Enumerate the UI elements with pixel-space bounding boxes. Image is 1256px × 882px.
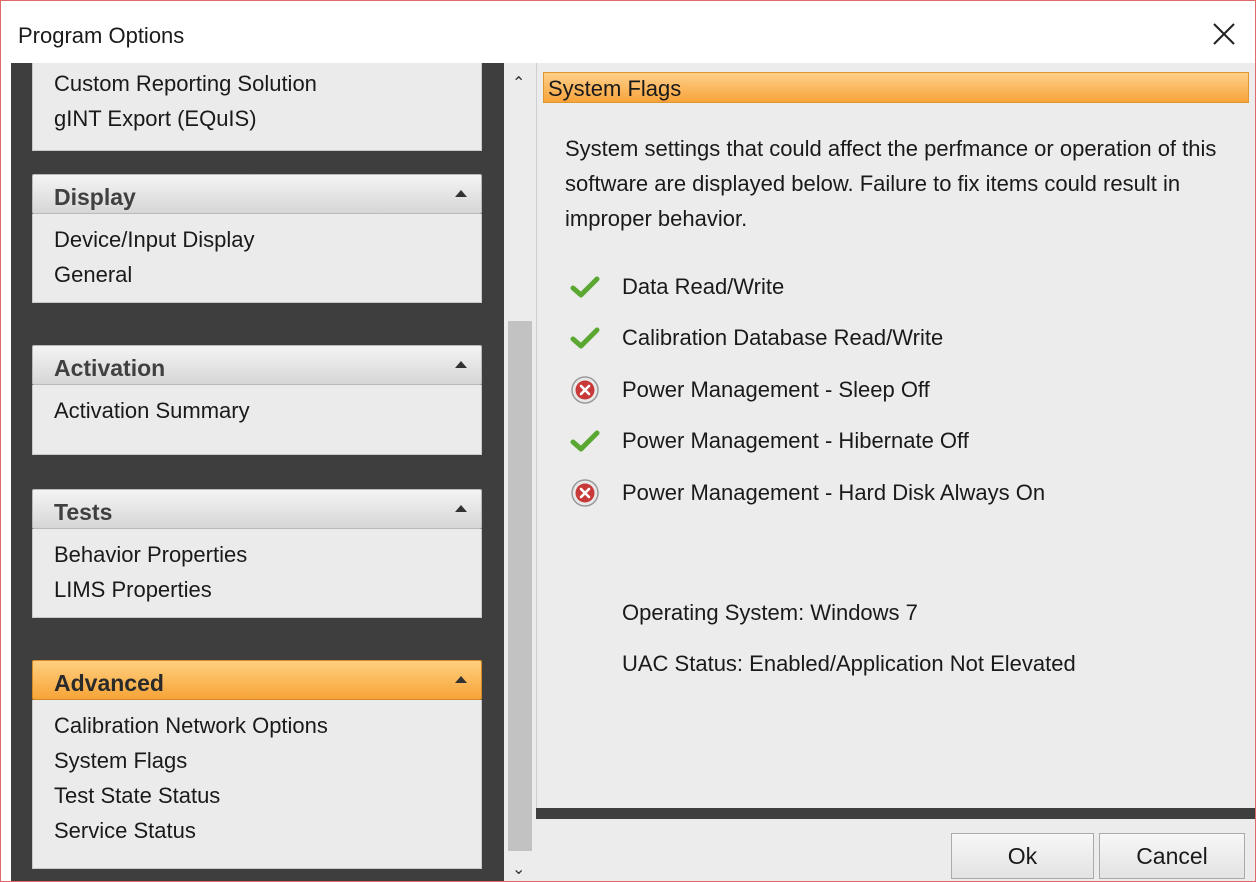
nav-group-advanced: Advanced Calibration Network Options Sys… xyxy=(32,660,482,869)
nav-group-header-display[interactable]: Display xyxy=(32,174,482,214)
operating-system-label: Operating System: Windows 7 xyxy=(622,600,918,625)
nav-group-reporting: Custom Reporting Solution gINT Export (E… xyxy=(32,63,482,151)
nav-group-reporting-body: Custom Reporting Solution gINT Export (E… xyxy=(32,63,482,151)
nav-group-advanced-body: Calibration Network Options System Flags… xyxy=(32,700,482,869)
scroll-down-icon[interactable]: ⌄ xyxy=(512,859,525,879)
footer-divider xyxy=(536,808,1255,819)
check-icon xyxy=(569,425,601,457)
system-flags-list: Data Read/Write Calibration Database Read… xyxy=(569,261,1239,519)
nav-group-activation: Activation Activation Summary xyxy=(32,345,482,455)
nav-group-activation-body: Activation Summary xyxy=(32,385,482,455)
nav-item-service-status[interactable]: Service Status xyxy=(54,813,481,848)
dialog-footer: Ok Cancel xyxy=(536,819,1255,881)
collapse-up-icon[interactable] xyxy=(455,676,467,683)
uac-status-label: UAC Status: Enabled/Application Not Elev… xyxy=(622,651,1076,676)
system-info: Operating System: Windows 7 UAC Status: … xyxy=(622,595,1076,697)
nav-group-header-tests[interactable]: Tests xyxy=(32,489,482,529)
nav-scrollbar[interactable]: ⌃ ⌄ xyxy=(504,63,536,881)
check-icon xyxy=(569,271,601,303)
flag-label: Power Management - Hibernate Off xyxy=(622,428,969,454)
nav-item-device-input-display[interactable]: Device/Input Display xyxy=(54,222,481,257)
close-icon xyxy=(1213,23,1235,45)
nav-item-behavior-properties[interactable]: Behavior Properties xyxy=(54,537,481,572)
panel-description: System settings that could affect the pe… xyxy=(565,136,1217,231)
flag-label: Power Management - Hard Disk Always On xyxy=(622,479,1046,505)
collapse-up-icon[interactable] xyxy=(455,361,467,368)
flag-label: Calibration Database Read/Write xyxy=(622,325,944,351)
nav-group-header-activation[interactable]: Activation xyxy=(32,345,482,385)
collapse-up-icon[interactable] xyxy=(455,505,467,512)
flag-row: Calibration Database Read/Write xyxy=(569,313,1239,365)
flag-label: Data Read/Write xyxy=(622,273,785,299)
panel-header: System Flags xyxy=(543,72,1249,103)
flag-label: Power Management - Sleep Off xyxy=(622,376,930,402)
nav-group-title: Advanced xyxy=(54,670,164,696)
nav-group-title: Tests xyxy=(54,499,113,525)
nav-item-custom-reporting-solution[interactable]: Custom Reporting Solution xyxy=(54,66,481,101)
scrollbar-thumb[interactable] xyxy=(508,321,532,851)
nav-item-gint-export[interactable]: gINT Export (EQuIS) xyxy=(54,101,481,136)
check-icon xyxy=(569,322,601,354)
cancel-button[interactable]: Cancel xyxy=(1099,833,1245,879)
collapse-up-icon[interactable] xyxy=(455,190,467,197)
title-bar: Program Options xyxy=(1,1,1255,63)
nav-group-display: Display Device/Input Display General xyxy=(32,174,482,303)
nav-item-lims-properties[interactable]: LIMS Properties xyxy=(54,572,481,607)
nav-group-tests-body: Behavior Properties LIMS Properties xyxy=(32,529,482,618)
error-icon xyxy=(569,374,601,406)
nav-group-title: Activation xyxy=(54,355,166,381)
error-icon xyxy=(569,477,601,509)
flag-row: Data Read/Write xyxy=(569,261,1239,313)
panel-title: System Flags xyxy=(548,76,682,101)
nav-group-title: Display xyxy=(54,184,136,210)
flag-row: Power Management - Hibernate Off xyxy=(569,416,1239,468)
scroll-up-icon[interactable]: ⌃ xyxy=(512,73,525,93)
close-button[interactable] xyxy=(1211,21,1237,47)
nav-item-activation-summary[interactable]: Activation Summary xyxy=(54,393,481,428)
flag-row: Power Management - Hard Disk Always On xyxy=(569,467,1239,519)
program-options-window: Program Options Custom Reporting Solutio… xyxy=(0,0,1256,882)
system-flags-panel: System Flags System settings that could … xyxy=(536,63,1255,808)
nav-item-calibration-network-options[interactable]: Calibration Network Options xyxy=(54,708,481,743)
nav-group-display-body: Device/Input Display General xyxy=(32,214,482,303)
flag-row: Power Management - Sleep Off xyxy=(569,364,1239,416)
window-title: Program Options xyxy=(18,23,185,48)
nav-item-system-flags[interactable]: System Flags xyxy=(54,743,481,778)
nav-item-general[interactable]: General xyxy=(54,257,481,292)
nav-group-header-advanced[interactable]: Advanced xyxy=(32,660,482,700)
nav-group-tests: Tests Behavior Properties LIMS Propertie… xyxy=(32,489,482,618)
ok-button[interactable]: Ok xyxy=(951,833,1094,879)
options-navigation: Custom Reporting Solution gINT Export (E… xyxy=(11,63,504,881)
nav-item-test-state-status[interactable]: Test State Status xyxy=(54,778,481,813)
